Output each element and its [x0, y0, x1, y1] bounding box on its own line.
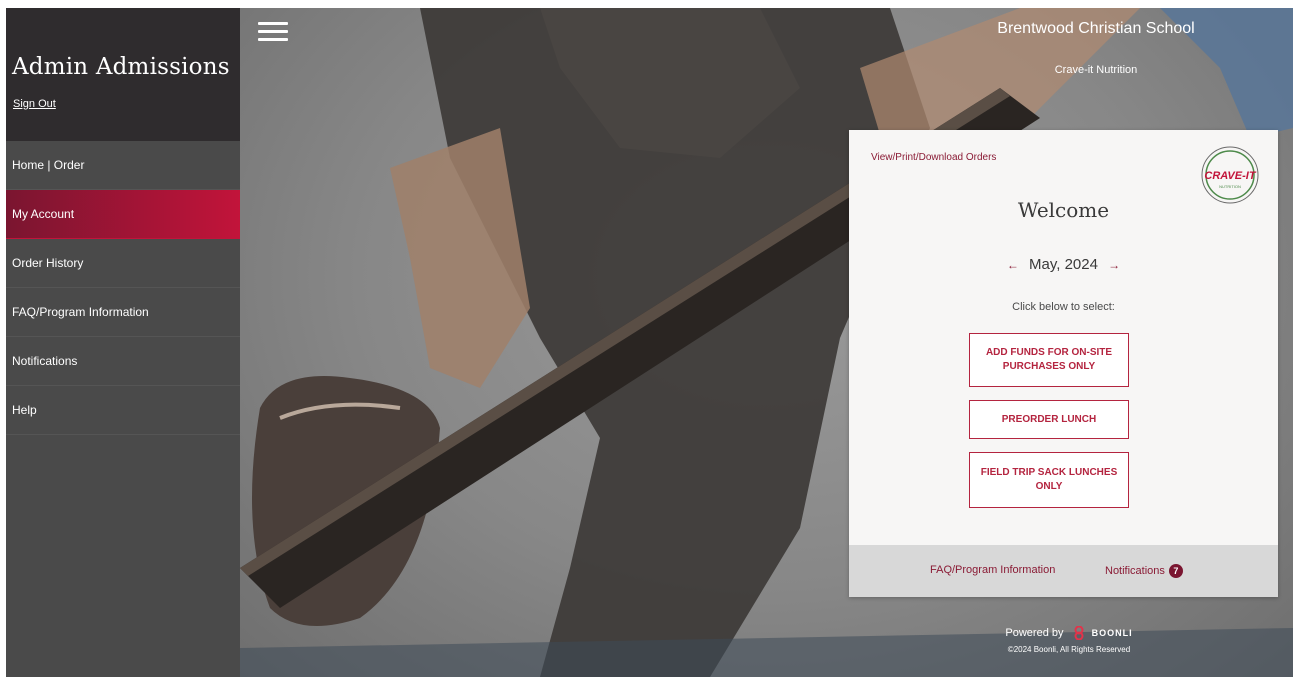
- app-frame: Admin Admissions Sign Out Home | Order M…: [6, 8, 1293, 677]
- notifications-count-badge: 7: [1168, 564, 1183, 578]
- user-name: Admin Admissions: [12, 54, 230, 80]
- logo-text: CRAVE-IT: [1204, 170, 1256, 182]
- copyright-text: ©2024 Boonli, All Rights Reserved: [1007, 645, 1131, 654]
- footer-faq-link[interactable]: FAQ/Program Information: [930, 564, 1055, 576]
- footer-notifications-link[interactable]: Notifications 7: [1105, 564, 1183, 578]
- select-prompt: Click below to select:: [1012, 301, 1115, 313]
- sidebar: Admin Admissions Sign Out Home | Order M…: [6, 8, 240, 677]
- preorder-lunch-button[interactable]: PREORDER LUNCH: [969, 400, 1129, 439]
- footer-notifications-label: Notifications: [1105, 564, 1165, 577]
- boonli-logo-icon: [1074, 625, 1084, 641]
- welcome-heading: Welcome: [1017, 198, 1110, 222]
- crave-it-logo: CRAVE-IT NUTRITION: [1201, 146, 1259, 204]
- month-selector: ← May, 2024 →: [849, 256, 1278, 273]
- sidebar-item-notifications[interactable]: Notifications: [6, 337, 240, 386]
- welcome-card: View/Print/Download Orders CRAVE-IT NUTR…: [849, 130, 1278, 597]
- school-name: Brentwood Christian School: [997, 20, 1195, 37]
- hamburger-icon[interactable]: [258, 22, 288, 42]
- sidebar-item-help[interactable]: Help: [6, 386, 240, 435]
- prev-month-arrow-icon[interactable]: ←: [1001, 258, 1025, 272]
- sidebar-item-home-order[interactable]: Home | Order: [6, 141, 240, 190]
- logo-subtext: NUTRITION: [1219, 184, 1241, 189]
- current-month: May, 2024: [1029, 256, 1098, 273]
- boonli-brand: BOONLI: [1091, 628, 1133, 638]
- add-funds-button[interactable]: ADD FUNDS FOR ON-SITE PURCHASES ONLY: [969, 333, 1129, 387]
- sidebar-item-faq[interactable]: FAQ/Program Information: [6, 288, 240, 337]
- next-month-arrow-icon[interactable]: →: [1102, 258, 1126, 272]
- field-trip-sack-lunches-button[interactable]: FIELD TRIP SACK LUNCHES ONLY: [969, 452, 1129, 508]
- powered-by-label: Powered by: [1005, 626, 1064, 639]
- sidebar-item-my-account[interactable]: My Account: [6, 190, 240, 239]
- vendor-name: Crave-it Nutrition: [1054, 64, 1138, 76]
- sign-out-link[interactable]: Sign Out: [13, 98, 56, 110]
- view-print-download-orders-link[interactable]: View/Print/Download Orders: [871, 152, 996, 163]
- powered-by: Powered by BOONLI: [949, 625, 1189, 641]
- sidebar-item-order-history[interactable]: Order History: [6, 239, 240, 288]
- sidebar-nav: Home | Order My Account Order History FA…: [6, 141, 240, 435]
- card-footer: FAQ/Program Information Notifications 7: [849, 545, 1278, 597]
